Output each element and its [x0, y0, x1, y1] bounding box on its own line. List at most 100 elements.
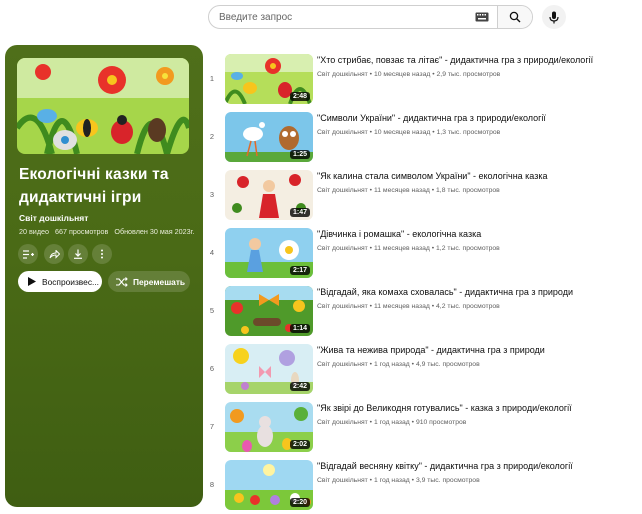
keyboard-icon[interactable] — [475, 12, 489, 22]
video-index: 7 — [209, 422, 215, 431]
video-index: 1 — [209, 74, 215, 83]
video-title[interactable]: "Як калина стала символом України" - еко… — [317, 171, 547, 181]
video-thumbnail[interactable]: 1:25 — [225, 112, 313, 162]
video-thumbnail[interactable]: 2:48 — [225, 54, 313, 104]
playlist-video-row[interactable]: 3 1:47 "Як калина стала символом України… — [205, 170, 635, 222]
video-title[interactable]: "Відгадай весняну квітку" - дидактична г… — [317, 461, 573, 471]
video-title[interactable]: "Жива та нежива природа" - дидактична гр… — [317, 345, 545, 355]
more-vert-icon — [101, 249, 103, 259]
video-views: 2,9 тыс. просмотров — [436, 71, 501, 78]
video-age: 11 месяцев назад — [373, 245, 430, 252]
search-input[interactable] — [209, 7, 475, 27]
add-to-queue-icon — [22, 249, 34, 259]
video-channel[interactable]: Світ дошкільнят — [317, 477, 368, 484]
playlist-thumbnail[interactable] — [17, 58, 189, 154]
video-thumbnail[interactable]: 2:17 — [225, 228, 313, 278]
video-duration: 2:02 — [289, 440, 310, 449]
video-meta: Світ дошкільнят • 11 месяцев назад • 1,8… — [317, 187, 500, 194]
download-button[interactable] — [68, 244, 88, 264]
play-icon — [28, 277, 36, 286]
video-channel[interactable]: Світ дошкільнят — [317, 419, 368, 426]
updated-date: Обновлен 30 мая 2023г. — [114, 227, 195, 236]
play-all-button[interactable]: Воспроизвес... — [18, 271, 102, 292]
playlist-meta: 20 видео 667 просмотров Обновлен 30 мая … — [19, 227, 198, 236]
video-thumbnail[interactable]: 2:20 — [225, 460, 313, 510]
video-title[interactable]: "Хто стрибає, повзає та літає" - дидакти… — [317, 55, 593, 65]
playlist-video-row[interactable]: 6 2:42 "Жива та нежива природа" - дидакт… — [205, 344, 635, 396]
video-views: 3,9 тыс. просмотров — [415, 477, 480, 484]
video-duration: 2:48 — [289, 92, 310, 101]
microphone-icon — [549, 11, 559, 23]
playlist-header-card: Екологічні казки та дидактичні ігри Світ… — [5, 45, 203, 507]
video-channel[interactable]: Світ дошкільнят — [317, 245, 368, 252]
shuffle-label: Перемешать — [133, 276, 186, 287]
video-meta: Світ дошкільнят • 1 год назад • 910 прос… — [317, 419, 467, 426]
playlist-video-row[interactable]: 5 1:14 "Відгадай, яка комаха сховалась" … — [205, 286, 635, 338]
video-title[interactable]: "Символи України" - дидактична гра з при… — [317, 113, 546, 123]
video-title[interactable]: "Як звірі до Великодня готувались" - каз… — [317, 403, 572, 413]
video-views: 1,2 тыс. просмотров — [436, 245, 500, 252]
video-title[interactable]: "Відгадай, яка комаха сховалась" - дидак… — [317, 287, 573, 297]
video-thumbnail[interactable]: 2:42 — [225, 344, 313, 394]
share-icon — [49, 249, 60, 259]
video-duration: 1:14 — [289, 324, 310, 333]
share-button[interactable] — [44, 244, 64, 264]
playlist-video-row[interactable]: 2 1:25 "Символи України" - дидактична гр… — [205, 112, 635, 164]
video-index: 2 — [209, 132, 215, 141]
search-box[interactable] — [208, 5, 533, 29]
video-views: 4,9 тыс. просмотров — [415, 361, 480, 368]
video-index: 6 — [209, 364, 215, 373]
video-age: 10 месяцев назад — [373, 71, 431, 78]
video-meta: Світ дошкільнят • 11 месяцев назад • 4,2… — [317, 303, 500, 310]
video-age: 1 год назад — [373, 419, 410, 426]
view-count: 667 просмотров — [55, 227, 109, 236]
playlist-video-row[interactable]: 1 2:48 "Хто стрибає, повзає та літає" - … — [205, 54, 635, 106]
channel-name[interactable]: Світ дошкільнят — [19, 213, 88, 223]
video-meta: Світ дошкільнят • 1 год назад • 3,9 тыс.… — [317, 477, 480, 484]
play-all-label: Воспроизвес... — [42, 276, 99, 287]
video-meta: Світ дошкільнят • 10 месяцев назад • 2,9… — [317, 71, 501, 78]
video-duration: 2:17 — [289, 266, 310, 275]
video-channel[interactable]: Світ дошкільнят — [317, 187, 368, 194]
video-age: 11 месяцев назад — [373, 187, 430, 194]
video-age: 1 год назад — [373, 477, 410, 484]
video-index: 5 — [209, 306, 215, 315]
playlist-video-row[interactable]: 7 2:02 "Як звірі до Великодня готувались… — [205, 402, 635, 454]
more-actions-button[interactable] — [92, 244, 112, 264]
playlist-video-row[interactable]: 4 2:17 "Дівчинка і ромашка" - екологічна… — [205, 228, 635, 280]
video-views: 1,8 тыс. просмотров — [436, 187, 500, 194]
video-index: 4 — [209, 248, 215, 257]
playlist-video-row[interactable]: 8 2:20 "Відгадай весняну квітку" - дидак… — [205, 460, 635, 512]
video-channel[interactable]: Світ дошкільнят — [317, 303, 368, 310]
search-button[interactable] — [497, 6, 532, 28]
video-index: 3 — [209, 190, 215, 199]
save-playlist-button[interactable] — [18, 244, 38, 264]
video-channel[interactable]: Світ дошкільнят — [317, 361, 368, 368]
video-index: 8 — [209, 480, 215, 489]
video-meta: Світ дошкільнят • 1 год назад • 4,9 тыс.… — [317, 361, 480, 368]
video-age: 1 год назад — [373, 361, 410, 368]
video-meta: Світ дошкільнят • 11 месяцев назад • 1,2… — [317, 245, 500, 252]
video-thumbnail[interactable]: 1:47 — [225, 170, 313, 220]
video-views: 910 просмотров — [415, 419, 467, 426]
video-age: 11 месяцев назад — [373, 303, 430, 310]
playlist-title: Екологічні казки та дидактичні ігри — [19, 166, 169, 206]
video-thumbnail[interactable]: 1:14 — [225, 286, 313, 336]
search-icon — [509, 11, 521, 23]
video-title[interactable]: "Дівчинка і ромашка" - екологічна казка — [317, 229, 481, 239]
video-views: 4,2 тыс. просмотров — [436, 303, 500, 310]
shuffle-icon — [116, 276, 128, 287]
download-icon — [74, 249, 82, 259]
video-duration: 2:20 — [289, 498, 310, 507]
video-channel[interactable]: Світ дошкільнят — [317, 71, 368, 78]
video-thumbnail[interactable]: 2:02 — [225, 402, 313, 452]
video-views: 1,3 тыс. просмотров — [436, 129, 501, 136]
video-count: 20 видео — [19, 227, 50, 236]
video-age: 10 месяцев назад — [373, 129, 431, 136]
voice-search-button[interactable] — [542, 5, 566, 29]
video-channel[interactable]: Світ дошкільнят — [317, 129, 368, 136]
video-meta: Світ дошкільнят • 10 месяцев назад • 1,3… — [317, 129, 501, 136]
video-duration: 1:47 — [289, 208, 310, 217]
shuffle-button[interactable]: Перемешать — [108, 271, 190, 292]
video-duration: 2:42 — [289, 382, 310, 391]
